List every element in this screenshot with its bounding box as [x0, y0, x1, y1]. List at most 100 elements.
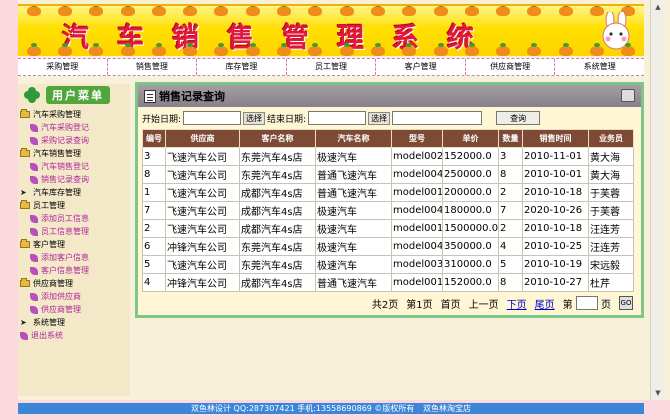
leaf-icon: [20, 331, 28, 340]
table-cell: model001: [391, 273, 443, 292]
table-cell: 普通飞速汽车: [315, 183, 392, 202]
sidebar-item-add-employee[interactable]: 添加员工信息: [18, 212, 130, 225]
table-cell: 2: [498, 219, 523, 238]
sidebar-group-sales[interactable]: 汽车销售管理: [18, 147, 130, 160]
nav-sales[interactable]: 销售管理: [108, 59, 198, 75]
table-cell: 东莞汽车4s店: [239, 165, 316, 184]
folder-icon: [20, 148, 30, 157]
end-date-input[interactable]: [308, 111, 367, 125]
column-header: 型号: [391, 129, 443, 148]
table-cell: 152000.0: [442, 147, 499, 166]
sidebar-group-label: 汽车采购管理: [33, 110, 81, 119]
page-number-input[interactable]: [575, 296, 598, 310]
sidebar-group-purchase[interactable]: 汽车采购管理: [18, 108, 130, 121]
keyword-input[interactable]: [392, 111, 483, 125]
go-button[interactable]: GO: [619, 296, 633, 310]
sidebar-item-manage-employee[interactable]: 员工信息管理: [18, 225, 130, 238]
start-date-label: 开始日期:: [142, 114, 182, 125]
sidebar-item-purchase-query[interactable]: 采购记录查询: [18, 134, 130, 147]
sidebar-group-customers[interactable]: 客户管理: [18, 238, 130, 251]
sidebar-item-add-customer[interactable]: 添加客户信息: [18, 251, 130, 264]
folder-icon: [20, 278, 30, 287]
column-header: 销售时间: [522, 129, 589, 148]
nav-employees[interactable]: 员工管理: [287, 59, 377, 75]
table-cell: 宋远毅: [588, 255, 634, 274]
sidebar-item-sales-register[interactable]: 汽车销售登记: [18, 160, 130, 173]
nav-purchase[interactable]: 采购管理: [18, 59, 108, 75]
footer-text: 双鱼林设计 QQ:287307421 手机:13558690869 ©版权所有: [191, 404, 415, 413]
table-cell: 8: [498, 165, 523, 184]
scroll-up-arrow-icon[interactable]: ▲: [652, 1, 664, 13]
table-cell: 东莞汽车4s店: [239, 147, 316, 166]
page-scrollbar[interactable]: ▲ ▼: [650, 0, 664, 400]
table-cell: 飞速汽车公司: [165, 255, 240, 274]
nav-system[interactable]: 系统管理: [555, 59, 644, 75]
banner-carrot-row-top: [18, 6, 644, 16]
panel-title: 销售记录查询: [159, 90, 225, 103]
table-cell: model001: [391, 183, 443, 202]
table-cell: 东莞汽车4s店: [239, 237, 316, 256]
pager-goto-prefix: 第: [562, 299, 573, 311]
sidebar-item-purchase-register[interactable]: 汽车采购登记: [18, 121, 130, 134]
table-cell: 冲锋汽车公司: [165, 237, 240, 256]
print-icon[interactable]: [621, 89, 635, 102]
column-header: 编号: [142, 129, 166, 148]
footer-shop-link[interactable]: 双鱼林淘宝店: [423, 404, 471, 413]
banner-carrot-row-bottom: [18, 43, 644, 56]
table-cell: 5: [142, 255, 166, 274]
scroll-down-arrow-icon[interactable]: ▼: [652, 387, 664, 399]
table-cell: 250000.0: [442, 165, 499, 184]
date-filter-row: 开始日期: 选择 结束日期: 选择 查询: [138, 109, 641, 127]
table-row: 8 飞速汽车公司 东莞汽车4s店 普通飞速汽车 model004 250000.0 8 201…: [142, 165, 634, 184]
column-header: 数量: [498, 129, 523, 148]
sidebar-item-manage-supplier[interactable]: 供应商管理: [18, 303, 130, 316]
table-row: 2 飞速汽车公司 成都汽车4s店 极速汽车 model001 1500000.0 2 2010…: [142, 219, 634, 238]
table-cell: 普通飞速汽车: [315, 165, 392, 184]
pager-prev[interactable]: 上一页: [469, 296, 499, 311]
pager-next-link[interactable]: 下页: [507, 296, 527, 311]
table-cell: 飞速汽车公司: [165, 201, 240, 220]
table-row: 1 飞速汽车公司 成都汽车4s店 普通飞速汽车 model001 200000.0 2 201…: [142, 183, 634, 202]
sidebar-item-manage-customer[interactable]: 客户信息管理: [18, 264, 130, 277]
pager-first[interactable]: 首页: [441, 296, 461, 311]
sidebar-item-inventory[interactable]: ➤ 汽车库存管理: [18, 186, 130, 199]
table-cell: 飞速汽车公司: [165, 165, 240, 184]
pager-last-link[interactable]: 尾页: [535, 296, 555, 311]
folder-icon: [20, 109, 30, 118]
clover-icon: [24, 87, 40, 103]
sidebar-item-add-supplier[interactable]: 添加供应商: [18, 290, 130, 303]
start-date-input[interactable]: [183, 111, 242, 125]
table-row: 7 飞速汽车公司 成都汽车4s店 极速汽车 model004 180000.0 7 2020-…: [142, 201, 634, 220]
footer: 双鱼林设计 QQ:287307421 手机:13558690869 ©版权所有 …: [0, 400, 670, 420]
nav-inventory[interactable]: 库存管理: [197, 59, 287, 75]
sidebar-item-logout[interactable]: 退出系统: [18, 329, 130, 342]
query-button[interactable]: 查询: [496, 111, 541, 125]
start-date-pick-button[interactable]: 选择: [243, 111, 266, 125]
table-cell: 200000.0: [442, 183, 499, 202]
table-cell: 3: [498, 147, 523, 166]
table-cell: 2010-10-19: [522, 255, 589, 274]
table-row: 6 冲锋汽车公司 东莞汽车4s店 极速汽车 model004 350000.0 4 2010-…: [142, 237, 634, 256]
table-cell: 3: [142, 147, 166, 166]
table-cell: 180000.0: [442, 201, 499, 220]
column-header: 客户名称: [239, 129, 316, 148]
pager-current: 第1页: [406, 299, 433, 311]
table-header-row: 编号 供应商 客户名称 汽车名称 型号 单价 数量 销售时间 业务员: [142, 129, 634, 148]
sidebar-item-system[interactable]: ➤ 系统管理: [18, 316, 130, 329]
nav-customers[interactable]: 客户管理: [376, 59, 466, 75]
sidebar-group-employees[interactable]: 员工管理: [18, 199, 130, 212]
table-row: 3 飞速汽车公司 东莞汽车4s店 极速汽车 model002 152000.0 3 2010-…: [142, 147, 634, 166]
leaf-icon: [30, 227, 38, 236]
table-cell: 于芙蓉: [588, 201, 634, 220]
sidebar-item-sales-query[interactable]: 销售记录查询: [18, 173, 130, 186]
table-cell: 2020-10-26: [522, 201, 589, 220]
end-date-pick-button[interactable]: 选择: [368, 111, 391, 125]
footer-bar: 双鱼林设计 QQ:287307421 手机:13558690869 ©版权所有 …: [18, 403, 644, 414]
table-cell: 1: [142, 183, 166, 202]
sidebar-group-suppliers[interactable]: 供应商管理: [18, 277, 130, 290]
nav-suppliers[interactable]: 供应商管理: [466, 59, 556, 75]
table-cell: 2: [142, 219, 166, 238]
table-cell: 汪连芳: [588, 237, 634, 256]
sidebar-item-label: 供应商管理: [41, 305, 81, 314]
sidebar-item-label: 添加员工信息: [41, 214, 89, 223]
